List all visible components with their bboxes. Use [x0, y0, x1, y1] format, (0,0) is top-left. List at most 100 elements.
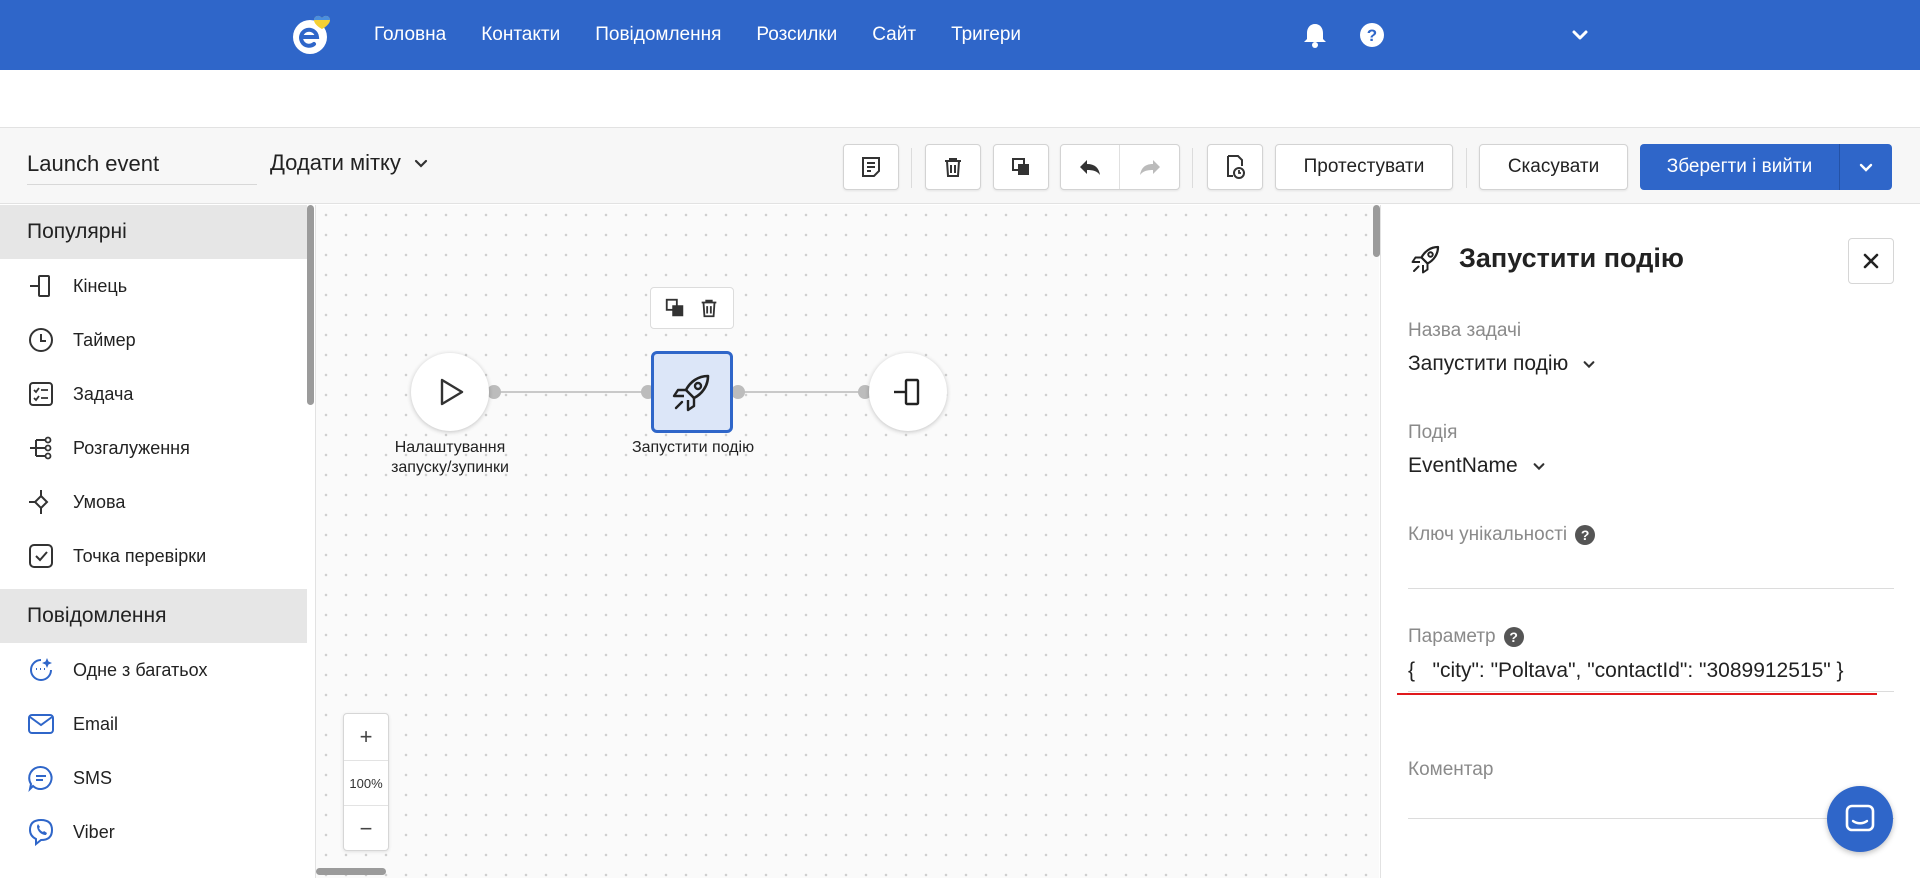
close-panel-button[interactable]	[1848, 238, 1894, 284]
canvas-horizontal-scrollbar[interactable]	[316, 868, 386, 875]
test-button-label: Протестувати	[1303, 156, 1425, 177]
svg-text:?: ?	[1367, 26, 1377, 45]
nav-item-site[interactable]: Сайт	[872, 24, 916, 46]
rocket-icon	[1411, 245, 1440, 274]
history-button[interactable]	[1207, 144, 1263, 190]
cancel-button[interactable]: Скасувати	[1479, 144, 1628, 190]
parameter-label-text: Параметр	[1408, 626, 1496, 647]
start-node-label-line: запуску/зупинки	[391, 459, 509, 476]
copy-icon[interactable]	[664, 297, 686, 319]
parameter-input-underline	[1408, 691, 1894, 692]
save-button-group: Зберегти і вийти	[1640, 144, 1892, 190]
event-dropdown[interactable]: EventName	[1408, 454, 1546, 478]
sidebar-item-label: Email	[73, 713, 119, 734]
highlight-underline	[1397, 693, 1877, 695]
canvas-vertical-scrollbar[interactable]	[1373, 205, 1380, 257]
sidebar-scrollbar[interactable]	[307, 205, 314, 405]
nav-item-triggers[interactable]: Тригери	[951, 24, 1021, 46]
save-and-exit-button[interactable]: Зберегти і вийти	[1640, 144, 1840, 190]
section-popular[interactable]: Популярні	[0, 205, 307, 259]
task-name-dropdown[interactable]: Запустити подію	[1408, 352, 1596, 376]
scenario-name-input[interactable]: Launch event	[27, 151, 257, 185]
sidebar-item-label: Розгалуження	[73, 437, 190, 458]
comment-label: Коментар	[1408, 759, 1493, 781]
copy-button[interactable]	[993, 144, 1049, 190]
sidebar-item-end[interactable]: Кінець	[0, 259, 316, 313]
blocks-sidebar: Популярні Кінець Таймер Задача Розгалуже…	[0, 205, 316, 878]
help-icon[interactable]: ?	[1503, 627, 1524, 647]
sidebar-item-viber[interactable]: Viber	[0, 805, 316, 859]
unique-key-input[interactable]	[1408, 588, 1894, 589]
main-nav: Головна Контакти Повідомлення Розсилки С…	[374, 0, 1021, 70]
notes-icon	[862, 157, 880, 177]
start-node[interactable]	[411, 353, 489, 431]
parameter-input[interactable]: { "city": "Poltava", "contactId": "30899…	[1408, 659, 1844, 683]
zoom-in-button[interactable]: +	[344, 714, 388, 760]
end-node[interactable]	[869, 353, 947, 431]
nav-item-contacts[interactable]: Контакти	[481, 24, 560, 46]
chat-icon	[1845, 804, 1875, 832]
node-actions-toolbar	[650, 287, 734, 329]
sidebar-item-label: SMS	[73, 767, 113, 788]
unique-key-label: Ключ унікальності ?	[1408, 524, 1596, 546]
rocket-icon	[672, 374, 710, 412]
connector-port[interactable]	[731, 385, 745, 399]
chevron-down-icon	[414, 159, 428, 168]
trash-icon	[945, 158, 961, 177]
launch-event-node-label: Запустити подію	[631, 439, 755, 456]
launch-event-node[interactable]	[651, 351, 733, 433]
connector-line	[735, 391, 865, 393]
unique-key-label-text: Ключ унікальності	[1408, 524, 1568, 545]
timer-icon	[29, 328, 53, 352]
end-icon	[894, 378, 920, 406]
add-tag-dropdown[interactable]: Додати мітку	[270, 150, 429, 176]
close-icon	[1863, 253, 1879, 269]
chevron-down-icon	[1583, 361, 1595, 369]
notes-button[interactable]	[843, 144, 899, 190]
nav-item-mailings[interactable]: Розсилки	[756, 24, 837, 46]
sidebar-item-timer[interactable]: Таймер	[0, 313, 316, 367]
sidebar-item-label: Одне з багатьох	[73, 659, 208, 680]
save-options-button[interactable]	[1840, 144, 1892, 190]
play-icon	[440, 378, 464, 406]
zoom-out-button[interactable]: −	[344, 806, 388, 852]
redo-button[interactable]	[1120, 145, 1179, 189]
branch-icon	[30, 436, 52, 460]
logo-icon[interactable]	[290, 13, 334, 57]
sidebar-item-checkpoint[interactable]: Точка перевірки	[0, 529, 316, 583]
sidebar-item-label: Viber	[73, 821, 115, 842]
sidebar-item-sms[interactable]: SMS	[0, 751, 316, 805]
workflow-canvas[interactable]	[316, 205, 1379, 878]
chevron-down-icon	[1859, 163, 1873, 172]
test-button[interactable]: Протестувати	[1275, 144, 1453, 190]
chat-widget-button[interactable]	[1827, 786, 1893, 852]
chevron-down-icon[interactable]	[1565, 20, 1595, 50]
undo-redo-group	[1060, 144, 1180, 190]
undo-button[interactable]	[1061, 145, 1121, 189]
sidebar-item-branch[interactable]: Розгалуження	[0, 421, 316, 475]
comment-input[interactable]	[1408, 818, 1894, 819]
nav-item-messages[interactable]: Повідомлення	[595, 24, 721, 46]
email-icon	[28, 714, 54, 734]
nav-item-home[interactable]: Головна	[374, 24, 446, 46]
sidebar-item-task[interactable]: Задача	[0, 367, 316, 421]
connector-port[interactable]	[487, 385, 501, 399]
task-name-label-text: Назва задачі	[1408, 320, 1522, 341]
sidebar-item-label: Кінець	[73, 275, 128, 296]
add-tag-label: Додати мітку	[270, 150, 401, 175]
bell-icon[interactable]	[1300, 20, 1330, 50]
connector-line	[494, 391, 647, 393]
sidebar-item-condition[interactable]: Умова	[0, 475, 316, 529]
trash-icon[interactable]	[698, 297, 720, 319]
zoom-control: + 100% −	[343, 713, 389, 851]
copy-icon	[1012, 158, 1029, 175]
help-icon[interactable]: ?	[1575, 525, 1596, 545]
sidebar-item-email[interactable]: Email	[0, 697, 316, 751]
sparkle-icon	[30, 658, 52, 681]
delete-button[interactable]	[925, 144, 981, 190]
sms-icon	[28, 765, 53, 792]
section-messages[interactable]: Повідомлення	[0, 589, 307, 643]
sidebar-item-one-of-many[interactable]: Одне з багатьох	[0, 643, 316, 697]
event-label: Подія	[1408, 422, 1457, 444]
help-icon[interactable]: ?	[1357, 20, 1387, 50]
